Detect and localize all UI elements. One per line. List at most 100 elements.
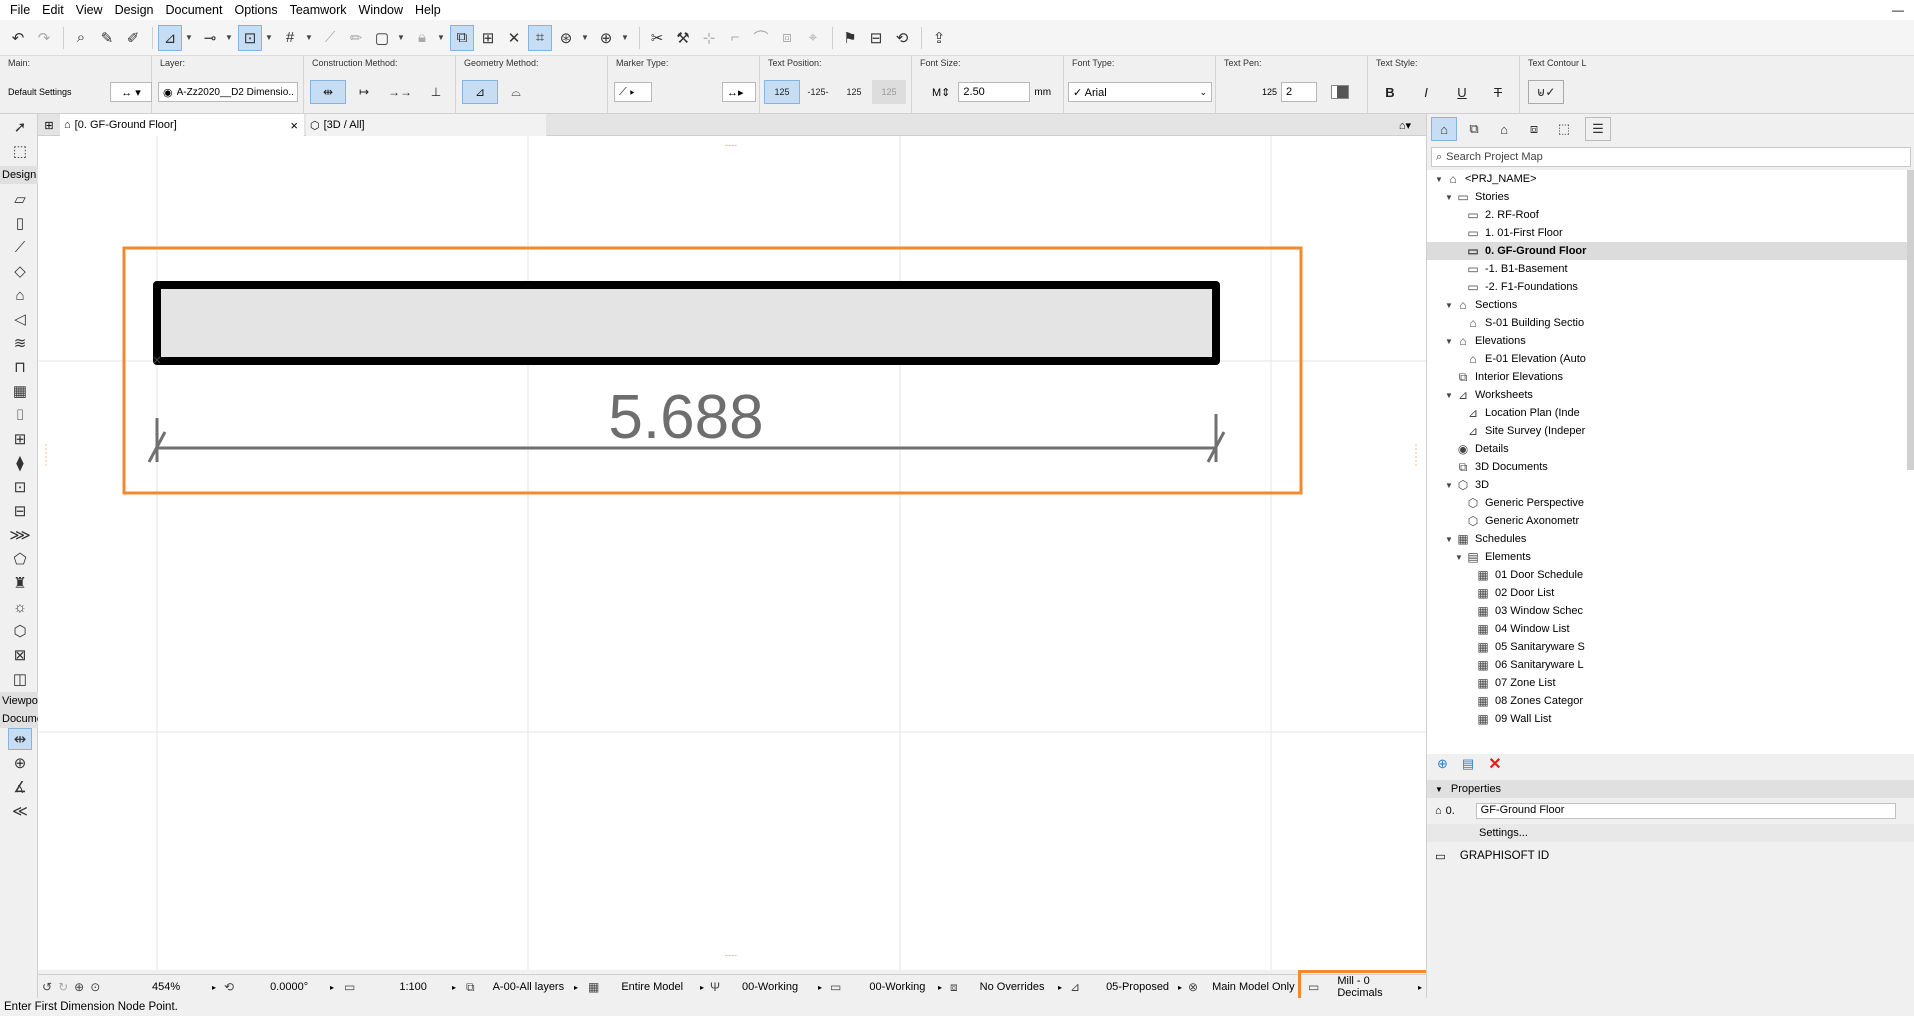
graphisoft-id-row[interactable]: ▭ GRAPHISOFT ID [1427, 846, 1914, 866]
fillet-icon[interactable]: ⌒ [749, 25, 773, 51]
level-dimension-icon[interactable]: ⊕ [8, 752, 32, 774]
layer-select[interactable]: ◉ A-Zz2020__D2 Dimensio... [158, 80, 298, 104]
redo-zoom-icon[interactable]: ↻ [58, 980, 68, 994]
trace-icon[interactable]: ⧉ [450, 24, 474, 51]
fit-zoom-icon[interactable]: ⊙ [90, 980, 100, 994]
adjust-icon[interactable]: ⚒ [671, 25, 695, 51]
lamp-tool-icon[interactable]: ☼ [8, 596, 32, 618]
model-view-select[interactable]: ▦ Entire Model ▸ [588, 975, 704, 999]
zoom-select[interactable]: 454% ▸ [152, 975, 216, 999]
zone-tool-icon[interactable]: ⊟ [8, 500, 32, 522]
tree-item[interactable]: ▦ 05 Sanitaryware S [1427, 638, 1914, 656]
wall-tool-icon[interactable]: ▱ [8, 188, 32, 210]
minimize-button[interactable]: — [1892, 0, 1904, 20]
italic-button[interactable]: I [1408, 80, 1444, 104]
floor-plan-canvas[interactable]: 5.688 ---- ---- [38, 136, 1426, 970]
menu-document[interactable]: Document [160, 0, 229, 20]
tree-item[interactable]: ▼ ▭ Stories [1427, 188, 1914, 206]
chevron-down-icon[interactable]: ▼ [1443, 337, 1455, 346]
text-above-icon[interactable]: 125 [764, 80, 800, 104]
snap-points-icon[interactable]: ⊡ [238, 24, 262, 51]
beam-tool-icon[interactable]: ⟋ [8, 236, 32, 258]
tree-item[interactable]: ▦ 02 Door List [1427, 584, 1914, 602]
drawing-area[interactable]: 5.688 ---- ---- [38, 136, 1426, 970]
undo-zoom-icon[interactable]: ↺ [42, 980, 52, 994]
cross-snap-icon[interactable]: ✕ [502, 25, 526, 51]
scissors-icon[interactable]: ✂ [645, 25, 669, 51]
stair-tool-icon[interactable]: ≋ [8, 332, 32, 354]
layer-field[interactable]: ◉ A-Zz2020__D2 Dimensio... [158, 82, 298, 102]
project-map-icon[interactable]: ⌂ [1431, 117, 1457, 141]
tree-item[interactable]: ▦ 09 Wall List [1427, 710, 1914, 728]
dimension-tool-icon[interactable]: ⇹ [8, 728, 32, 750]
tree-item[interactable]: ▦ 08 Zones Categor [1427, 692, 1914, 710]
panel-tool-icon[interactable]: ◫ [8, 668, 32, 690]
settings-button[interactable]: Settings... [1427, 824, 1914, 842]
text-pen-input[interactable]: 2 [1281, 82, 1318, 102]
mesh-tool-icon[interactable]: ⋙ [8, 524, 32, 546]
tree-item[interactable]: ⊿ Site Survey (Indeper [1427, 422, 1914, 440]
tree-item[interactable]: ⧉ Interior Elevations [1427, 368, 1914, 386]
marker-type-field[interactable]: ⟋ ▸ [614, 82, 652, 102]
menu-view[interactable]: View [70, 0, 109, 20]
tree-item[interactable]: ▭ 0. GF-Ground Floor [1427, 242, 1914, 260]
lock-icon[interactable]: 🔒︎ [410, 25, 434, 51]
menu-options[interactable]: Options [228, 0, 283, 20]
layer-combo-select[interactable]: ⧉ A-00-All layers ▸ [466, 975, 578, 999]
tree-item[interactable]: ▼ ⌂ <PRJ_NAME> [1427, 170, 1914, 188]
publisher-sets-icon[interactable]: ⧈ [1521, 117, 1547, 141]
grid-snap-icon[interactable]: # [278, 25, 302, 51]
viewpoint-header[interactable]: Viewpoi [0, 692, 38, 710]
angle-select[interactable]: ⟲ 0.0000° ▸ [224, 975, 334, 999]
tree-item[interactable]: ⌂ E-01 Elevation (Auto [1427, 350, 1914, 368]
railing-tool-icon[interactable]: ⊓ [8, 356, 32, 378]
cumulative-dimension-icon[interactable]: →→ [382, 80, 418, 104]
chevron-down-icon[interactable]: ▼ [620, 33, 630, 42]
merge-icon[interactable]: ⧈ [775, 25, 799, 51]
mvo-select[interactable]: ▭ 00-Working ▸ [830, 975, 942, 999]
chevron-down-icon[interactable]: ▼ [264, 33, 274, 42]
more-tools-icon[interactable]: ≪ [8, 800, 32, 822]
intersect-icon[interactable]: ⌐ [723, 25, 747, 51]
layout-book-icon[interactable]: ⌂ [1491, 117, 1517, 141]
door-tool-icon[interactable]: ⌷ [8, 404, 32, 426]
chair-tool-icon[interactable]: ♜ [8, 572, 32, 594]
curtain-wall-tool-icon[interactable]: ▦ [8, 380, 32, 402]
dimension-value[interactable]: 5.688 [608, 383, 763, 452]
flag-icon[interactable]: ⚑ [838, 25, 862, 51]
box-tool-icon[interactable]: ⬡ [8, 620, 32, 642]
redo-icon[interactable]: ↷ [32, 25, 56, 51]
undo-icon[interactable]: ↶ [6, 25, 30, 51]
menu-file[interactable]: File [4, 0, 36, 20]
chevron-down-icon[interactable]: ▼ [580, 33, 590, 42]
sync-icon[interactable]: ⟲ [890, 25, 914, 51]
properties-name-field[interactable]: GF-Ground Floor [1475, 803, 1896, 819]
suspend-groups-icon[interactable]: ⊛ [554, 25, 578, 51]
menu-icon[interactable]: ☰ [1585, 117, 1611, 141]
default-settings-control[interactable]: Default Settings [8, 80, 72, 104]
view-map-icon[interactable]: ⧉ [1461, 117, 1487, 141]
view-settings-icon[interactable]: ⌂▾ [1388, 114, 1422, 136]
snap-guides-icon[interactable]: ⊿ [158, 24, 182, 51]
tree-vertical-scrollbar[interactable] [1907, 170, 1914, 470]
ruler-icon[interactable]: ⟋ [318, 25, 342, 51]
chevron-down-icon[interactable]: ▼ [396, 33, 406, 42]
arc-geometry-icon[interactable]: ⌓ [498, 80, 534, 104]
chevron-down-icon[interactable]: ▼ [1443, 301, 1455, 310]
morph-tool-icon[interactable]: ⬠ [8, 548, 32, 570]
layers-icon[interactable]: ▢ [370, 25, 394, 51]
font-type-select[interactable]: ✓ Arial ⌄ [1068, 80, 1212, 104]
chevron-down-icon[interactable]: ▼ [1453, 553, 1465, 562]
delete-icon[interactable]: ✕ [1488, 754, 1501, 774]
text-below-icon[interactable]: 125 [836, 80, 872, 104]
chevron-down-icon[interactable]: ▼ [1443, 535, 1455, 544]
tree-item[interactable]: ▼ ▤ Elements [1427, 548, 1914, 566]
pen-color-swatch[interactable] [1331, 85, 1350, 99]
design-header[interactable]: Design [0, 166, 38, 184]
tree-item[interactable]: ▼ ▦ Schedules [1427, 530, 1914, 548]
chevron-down-icon[interactable]: ▼ [1433, 175, 1445, 184]
tree-item[interactable]: ▭ -2. F1-Foundations [1427, 278, 1914, 296]
marker-type-select[interactable]: ⟋ ▸ [614, 80, 652, 104]
wall-element[interactable] [153, 281, 1220, 365]
renovation-select[interactable]: ⊿ 05-Proposed ▸ [1070, 975, 1182, 999]
